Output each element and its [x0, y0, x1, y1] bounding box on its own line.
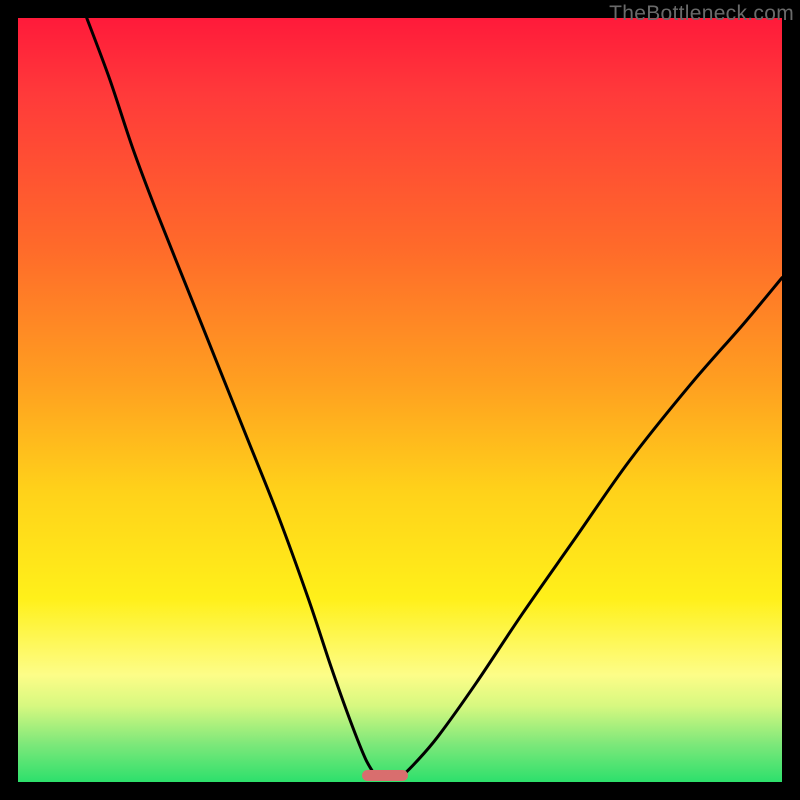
chart-frame: TheBottleneck.com — [0, 0, 800, 800]
plot-area — [18, 18, 782, 782]
bottleneck-curve — [18, 18, 782, 782]
bottleneck-marker — [362, 770, 408, 781]
watermark-text: TheBottleneck.com — [609, 2, 794, 26]
